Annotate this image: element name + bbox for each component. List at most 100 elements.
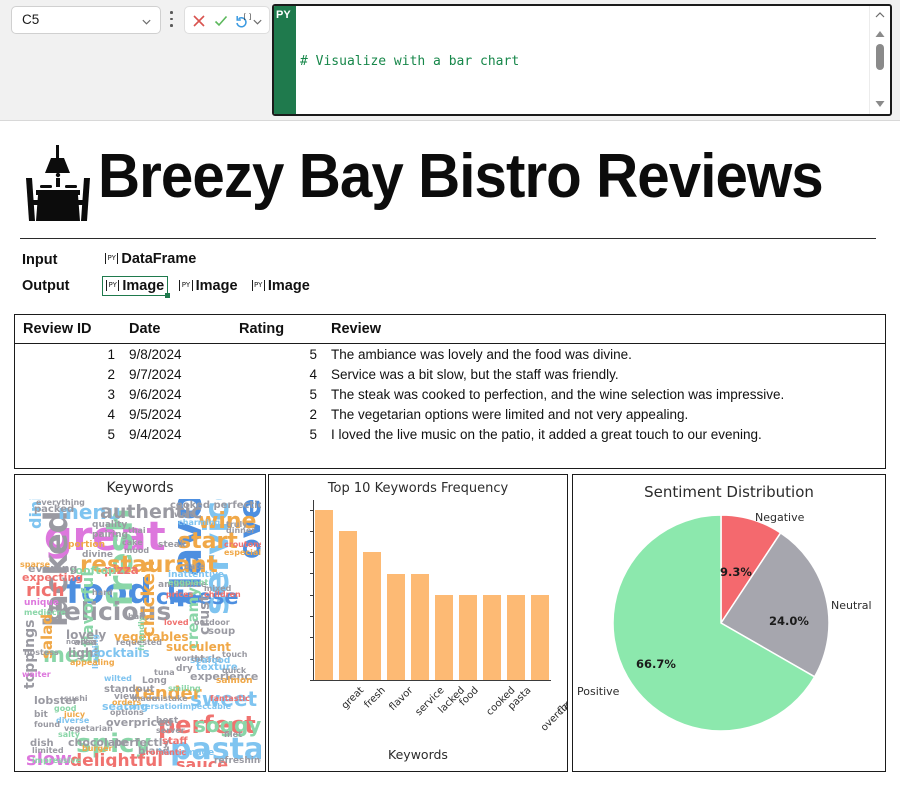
wordcloud-word: found (34, 720, 61, 729)
table-cell-review: The steak was cooked to perfection, and … (331, 386, 785, 402)
cancel-icon[interactable] (190, 12, 208, 30)
chevron-down-icon[interactable] (252, 16, 263, 27)
bar (411, 573, 429, 680)
column-header-review-id: Review ID (15, 315, 121, 344)
wordcloud-word: filet (224, 730, 242, 739)
pie-label-neutral: Neutral (831, 599, 872, 612)
code-line-2: top_keywords = Counter(all_words.split()… (300, 114, 868, 116)
python-badge-icon: PY (251, 279, 265, 291)
wordcloud-word: burger (82, 744, 113, 753)
wordcloud-word: smiling (168, 684, 201, 693)
table-cell-review-id: 1 (107, 346, 115, 362)
wordcloud-word: worth (174, 654, 201, 663)
wordcloud-word: touch (222, 650, 248, 659)
table-row: 3 9/6/2024 5 The steak was cooked to perfec… (15, 384, 885, 404)
bar (483, 594, 501, 680)
input-row: Input PY DataFrame (22, 249, 522, 275)
bar (507, 594, 525, 680)
pie-chart-svg (612, 514, 830, 732)
bar (339, 530, 357, 680)
charts-row: Keywords greatflavorfoodserviceovercooke… (14, 474, 886, 772)
table-body: 1 9/8/2024 5 The ambiance was lovely and th… (15, 344, 885, 445)
output-row: Output PY Image PY Image PY Image (22, 275, 522, 301)
wordcloud-word: mistake (152, 694, 188, 703)
table-head: Review ID Date Rating Review (15, 315, 885, 344)
wordcloud-word: portion (68, 540, 106, 550)
wordcloud-word: prices (166, 590, 194, 599)
table-row: 2 9/7/2024 4 Service was a bit slow, but th… (15, 364, 885, 384)
title-row: Breezy Bay Bistro Reviews (20, 141, 880, 229)
table-cell-review: The vegetarian options were limited and … (331, 406, 689, 422)
scroll-down-icon[interactable] (874, 98, 886, 110)
pie-chart-title: Sentiment Distribution (644, 483, 814, 501)
code-line-1: # Visualize with a bar chart (300, 54, 520, 69)
code-editor[interactable]: PY # Visualize with a bar chart top_keyw… (272, 4, 892, 116)
table-cell-date: 9/5/2024 (129, 406, 182, 422)
cell-reference-box[interactable]: C5 (11, 6, 161, 34)
wordcloud-word: mood (124, 546, 150, 555)
wordcloud-word: salmon (216, 676, 253, 686)
scroll-up-icon[interactable] (874, 28, 886, 40)
code-scrollbar[interactable] (869, 6, 890, 114)
wordcloud-word: loved (164, 618, 189, 627)
collapse-chevron-icon[interactable] (874, 9, 886, 21)
dining-table-icon (26, 145, 90, 221)
pie-percent-positive: 66.7% (636, 657, 676, 671)
output-chip-image-2[interactable]: PY Image (176, 277, 240, 295)
cell-reference-value: C5 (22, 12, 40, 27)
table-cell-review: The ambiance was lovely and the food was… (331, 346, 632, 362)
wordcloud-word: sushi (64, 694, 88, 703)
output-chip-image-1[interactable]: PY Image (102, 276, 171, 298)
pie-percent-neutral: 24.0% (769, 614, 809, 628)
title-divider (20, 238, 876, 239)
wordcloud-word: limited (32, 746, 64, 755)
table-cell-review-id: 5 (107, 426, 115, 442)
table-cell-review-id: 2 (107, 366, 115, 382)
table-cell-rating: 5 (309, 346, 317, 362)
bar-chart-panel[interactable]: Top 10 Keywords Frequency Frequency 0123… (268, 474, 568, 772)
table-cell-date: 9/8/2024 (129, 346, 182, 362)
pie-chart-panel[interactable]: Sentiment Distribution Negative Neutral … (572, 474, 886, 772)
output-chip-image-3[interactable]: PY Image (249, 277, 313, 295)
wordcloud-word: soup (208, 626, 236, 637)
table-cell-rating: 5 (309, 426, 317, 442)
output-chip-label: Image (195, 278, 238, 294)
wordcloud-word: best (156, 716, 179, 726)
table-cell-date: 9/7/2024 (129, 366, 182, 382)
scrollbar-thumb[interactable] (876, 44, 884, 70)
page-title: Breezy Bay Bistro Reviews (98, 142, 824, 211)
bar-chart-title: Top 10 Keywords Frequency (327, 481, 509, 496)
table-cell-review-id: 4 (107, 406, 115, 422)
output-chip-label: Image (122, 278, 165, 294)
wordcloud-word: quality (92, 520, 128, 530)
wordcloud-word: noodles (66, 638, 97, 646)
bar (531, 594, 549, 680)
refresh-icon[interactable]: [ ] (234, 12, 252, 30)
table-cell-rating: 4 (309, 366, 317, 382)
column-header-rating: Rating (231, 315, 323, 344)
wordcloud-word: divine (82, 550, 113, 560)
reviews-table-container: Review ID Date Rating Review 1 9/8/2024 5 T… (14, 314, 886, 469)
wordcloud-word: quick (222, 666, 247, 675)
wordcloud-title: Keywords (106, 480, 174, 496)
wordcloud-word: eggplant (168, 578, 209, 587)
bar-chart-xtick-label: flavor (387, 685, 416, 713)
wordcloud-panel[interactable]: Keywords greatflavorfoodserviceovercooke… (14, 474, 266, 772)
wordcloud-word: everything (36, 499, 85, 507)
bar-chart-x-axis (313, 680, 551, 681)
bar-chart-xtick-label: great (339, 685, 366, 712)
more-options-icon[interactable] (170, 11, 174, 29)
python-badge-icon: PY (105, 252, 119, 264)
pie-label-negative: Negative (755, 511, 805, 524)
wordcloud-word: impressive (32, 756, 82, 765)
input-chip-dataframe[interactable]: PY DataFrame (102, 250, 199, 268)
wordcloud-word: thai (128, 526, 146, 535)
wordcloud-word: appealing (70, 658, 115, 667)
wordcloud-word: hard (92, 588, 113, 597)
reviews-table: Review ID Date Rating Review 1 9/8/2024 5 T… (15, 315, 885, 444)
wordcloud-canvas: greatflavorfoodserviceovercookedlackedfr… (18, 499, 261, 767)
wordcloud-word: charming (178, 518, 221, 527)
wordcloud-word: orders (112, 698, 142, 707)
confirm-icon[interactable] (212, 12, 230, 30)
wordcloud-word: croutons (224, 540, 261, 549)
